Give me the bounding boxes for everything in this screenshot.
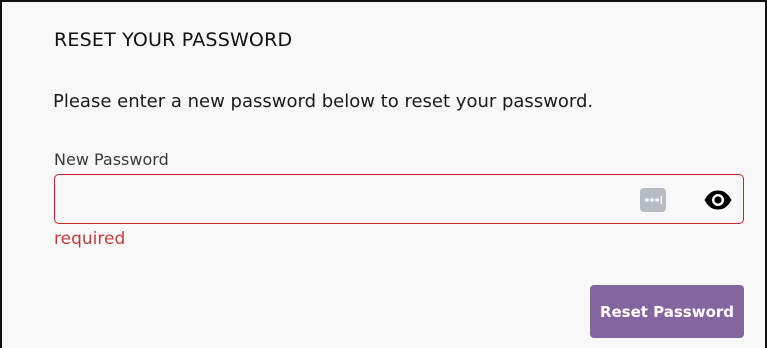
page-title: RESET YOUR PASSWORD — [54, 29, 293, 51]
new-password-field — [54, 174, 744, 224]
password-error-message: required — [54, 229, 126, 249]
show-password-eye-icon[interactable] — [703, 188, 733, 212]
instructions-text: Please enter a new password below to res… — [53, 91, 594, 112]
new-password-label: New Password — [54, 150, 169, 169]
reset-password-panel: RESET YOUR PASSWORD Please enter a new p… — [0, 0, 767, 348]
password-manager-icon[interactable] — [640, 188, 666, 212]
new-password-input[interactable] — [55, 175, 615, 223]
reset-password-button[interactable]: Reset Password — [590, 285, 744, 338]
